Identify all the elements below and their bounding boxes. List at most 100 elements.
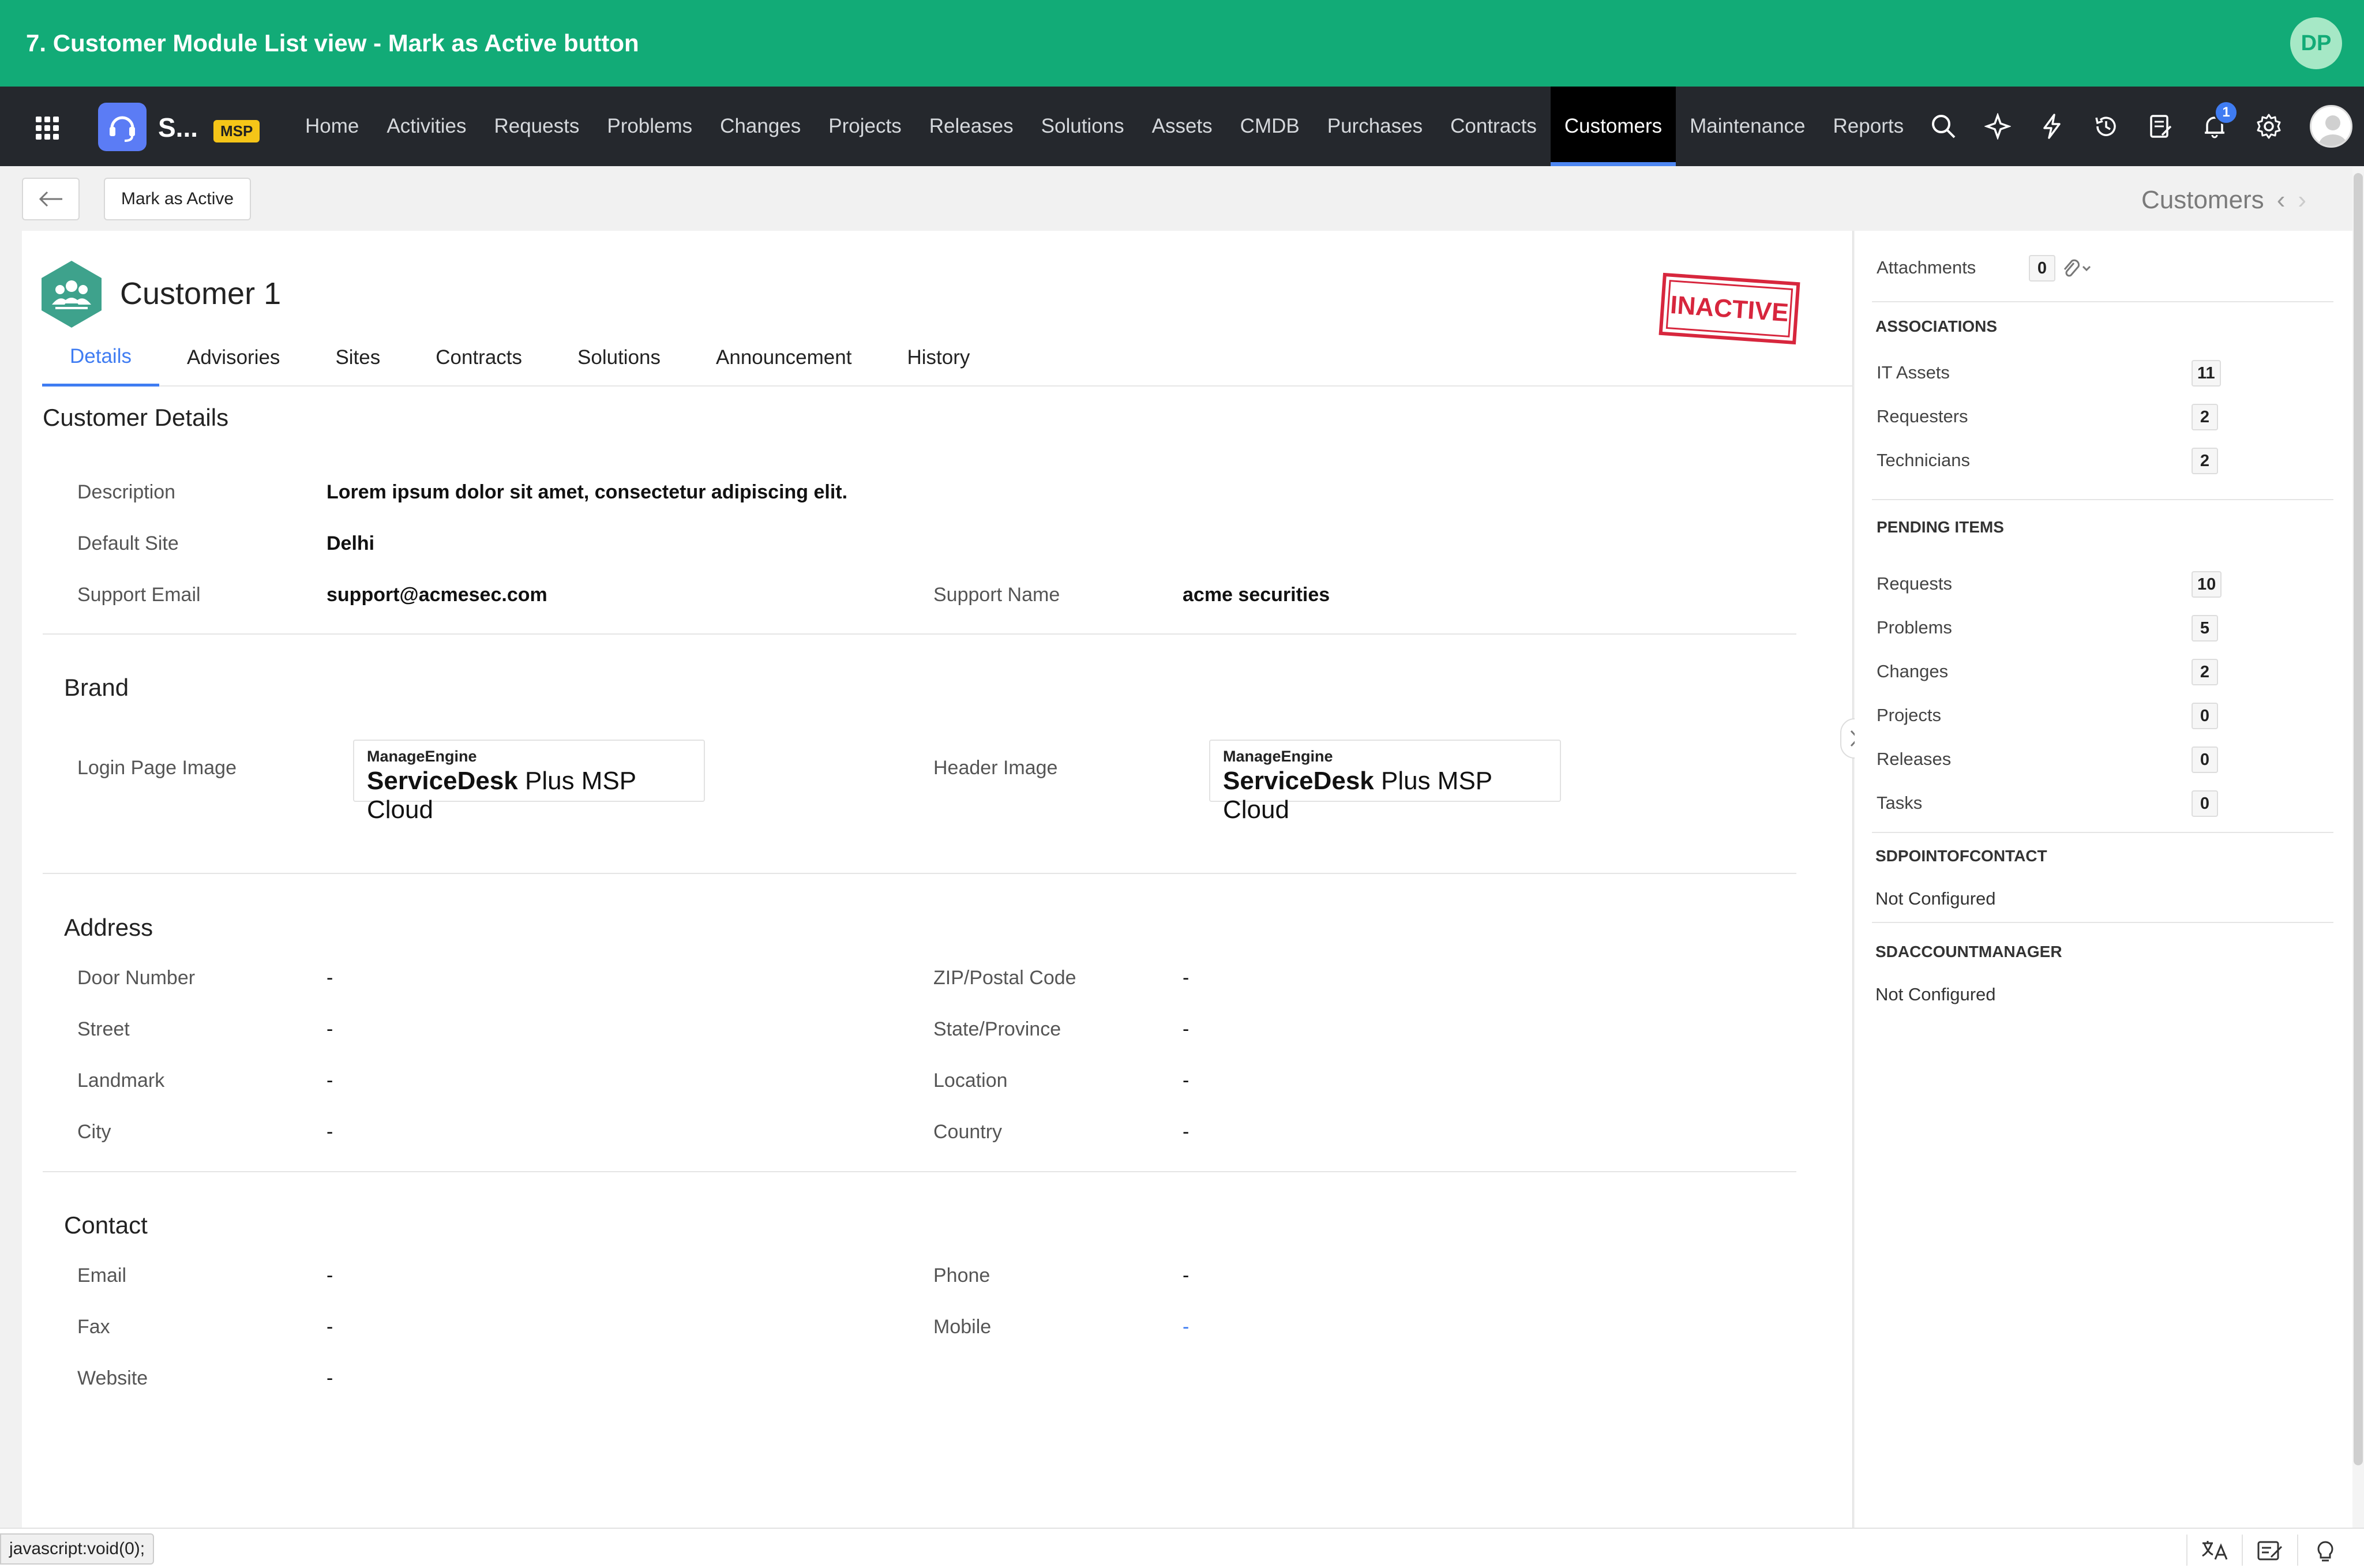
- pending-projects-label[interactable]: Projects: [1877, 705, 1941, 726]
- pending-changes-label[interactable]: Changes: [1877, 661, 1948, 682]
- edit-note-icon[interactable]: [2242, 1535, 2297, 1566]
- translate-icon[interactable]: [2186, 1535, 2242, 1566]
- brand-name[interactable]: S...: [158, 112, 198, 143]
- chevron-right-icon[interactable]: ›: [2298, 186, 2306, 215]
- history-icon[interactable]: [2093, 113, 2119, 140]
- bell-icon[interactable]: 1: [2201, 100, 2238, 140]
- bulb-icon[interactable]: [2297, 1535, 2352, 1566]
- banner-avatar[interactable]: DP: [2290, 17, 2342, 69]
- pending-releases-label[interactable]: Releases: [1877, 749, 1951, 770]
- top-navigation: S... MSP Home Activities Requests Proble…: [0, 87, 2364, 166]
- pending-requests-label[interactable]: Requests: [1877, 573, 1952, 594]
- nav-item-reports[interactable]: Reports: [1819, 87, 1918, 166]
- associations-header: ASSOCIATIONS: [1875, 317, 1998, 335]
- user-avatar[interactable]: [2310, 105, 2352, 148]
- location-value: -: [1183, 1070, 1189, 1091]
- gear-icon[interactable]: [2256, 113, 2282, 140]
- search-icon[interactable]: [1930, 113, 1957, 140]
- nav-item-problems[interactable]: Problems: [593, 87, 706, 166]
- msp-badge: MSP: [213, 120, 260, 142]
- breadcrumb: Customers ‹ ›: [2141, 186, 2306, 215]
- website-label: Website: [77, 1367, 148, 1389]
- bottom-icons: [2186, 1535, 2352, 1566]
- nav-item-releases[interactable]: Releases: [915, 87, 1027, 166]
- city-value: -: [327, 1121, 333, 1143]
- tab-advisories[interactable]: Advisories: [159, 329, 307, 387]
- tab-solutions[interactable]: Solutions: [550, 329, 688, 387]
- divider: [1872, 832, 2333, 833]
- pending-tasks-label[interactable]: Tasks: [1877, 793, 1922, 813]
- nav-item-home[interactable]: Home: [291, 87, 373, 166]
- location-label: Location: [933, 1070, 1008, 1091]
- pending-releases-count[interactable]: 0: [2192, 747, 2218, 773]
- nav-item-maintenance[interactable]: Maintenance: [1676, 87, 1819, 166]
- login-page-image-label: Login Page Image: [77, 757, 237, 779]
- nav-items: Home Activities Requests Problems Change…: [291, 87, 1918, 166]
- lightning-icon[interactable]: [2039, 113, 2065, 140]
- nav-item-customers[interactable]: Customers: [1550, 87, 1676, 166]
- support-name-value: acme securities: [1183, 584, 1330, 606]
- magic-icon[interactable]: [1984, 113, 2011, 140]
- phone-value: -: [1183, 1265, 1189, 1286]
- country-value: -: [1183, 1121, 1189, 1143]
- nav-item-changes[interactable]: Changes: [706, 87, 815, 166]
- nav-item-projects[interactable]: Projects: [815, 87, 915, 166]
- pending-requests-count[interactable]: 10: [2192, 571, 2222, 598]
- login-page-image[interactable]: ManageEngine ServiceDesk Plus MSP Cloud: [353, 740, 705, 824]
- pending-problems-label[interactable]: Problems: [1877, 617, 1952, 638]
- pending-projects-count[interactable]: 0: [2192, 703, 2218, 729]
- street-label: Street: [77, 1018, 130, 1040]
- chevron-left-icon[interactable]: ‹: [2277, 186, 2286, 215]
- nav-icons: 1: [1930, 87, 2352, 166]
- nav-item-requests[interactable]: Requests: [480, 87, 593, 166]
- mobile-value[interactable]: -: [1183, 1316, 1189, 1338]
- tab-history[interactable]: History: [879, 329, 997, 387]
- nav-item-contracts[interactable]: Contracts: [1436, 87, 1551, 166]
- association-requesters-count[interactable]: 2: [2192, 404, 2218, 430]
- city-label: City: [77, 1121, 111, 1143]
- state-value: -: [1183, 1018, 1189, 1040]
- pending-tasks-count[interactable]: 0: [2192, 790, 2218, 817]
- paperclip-icon[interactable]: [2061, 258, 2093, 281]
- mark-as-active-button[interactable]: Mark as Active: [104, 178, 252, 220]
- breadcrumb-label[interactable]: Customers: [2141, 186, 2264, 215]
- logo-vendor: ManageEngine: [1223, 748, 1333, 765]
- nav-item-cmdb[interactable]: CMDB: [1226, 87, 1314, 166]
- nav-item-solutions[interactable]: Solutions: [1027, 87, 1138, 166]
- point-of-contact-header: SDPOINTOFCONTACT: [1875, 847, 2047, 865]
- apps-grid-icon[interactable]: [36, 117, 59, 140]
- association-requesters-label[interactable]: Requesters: [1877, 406, 1968, 427]
- header-image[interactable]: ManageEngine ServiceDesk Plus MSP Cloud: [1209, 740, 1561, 824]
- notes-icon[interactable]: [2147, 113, 2174, 140]
- pending-problems-count[interactable]: 5: [2192, 615, 2218, 642]
- email-value: -: [327, 1265, 333, 1286]
- description-label: Description: [77, 481, 176, 503]
- nav-item-purchases[interactable]: Purchases: [1314, 87, 1436, 166]
- tab-sites[interactable]: Sites: [307, 329, 408, 387]
- account-manager-value: Not Configured: [1875, 984, 1996, 1004]
- banner-title: 7. Customer Module List view - Mark as A…: [26, 29, 639, 57]
- pending-changes-count[interactable]: 2: [2192, 659, 2218, 685]
- association-it-assets-count[interactable]: 11: [2192, 360, 2221, 387]
- association-it-assets-label[interactable]: IT Assets: [1877, 362, 1950, 383]
- customer-group-icon: [39, 260, 104, 329]
- state-label: State/Province: [933, 1018, 1061, 1040]
- back-button[interactable]: [22, 178, 80, 220]
- nav-item-activities[interactable]: Activities: [373, 87, 480, 166]
- association-technicians-count[interactable]: 2: [2192, 448, 2218, 474]
- tab-details[interactable]: Details: [42, 329, 159, 387]
- tab-announcement[interactable]: Announcement: [688, 329, 879, 387]
- back-arrow-icon: [39, 191, 62, 207]
- divider: [43, 633, 1796, 635]
- headset-icon[interactable]: [98, 103, 147, 151]
- tab-contracts[interactable]: Contracts: [408, 329, 550, 387]
- nav-item-assets[interactable]: Assets: [1138, 87, 1226, 166]
- status-url: javascript:void(0);: [0, 1533, 155, 1565]
- default-site-value: Delhi: [327, 532, 375, 554]
- page-scrollbar-thumb[interactable]: [2354, 173, 2363, 1465]
- address-heading: Address: [64, 914, 153, 941]
- association-technicians-label[interactable]: Technicians: [1877, 450, 1970, 471]
- door-number-value: -: [327, 967, 333, 989]
- customer-tabs: Details Advisories Sites Contracts Solut…: [42, 329, 1853, 387]
- divider: [43, 1171, 1796, 1172]
